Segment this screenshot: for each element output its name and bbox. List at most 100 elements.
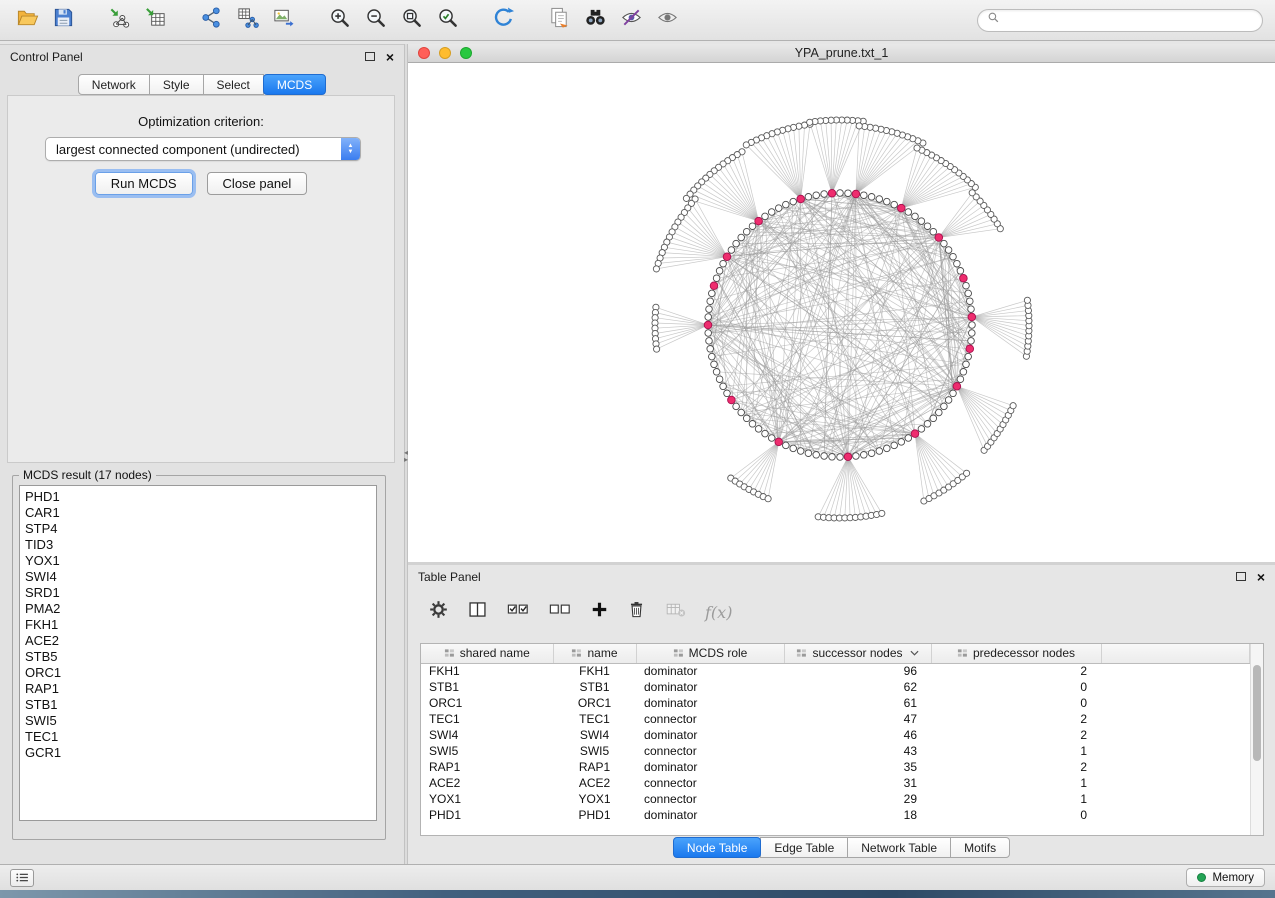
select-all-button[interactable] xyxy=(506,599,530,625)
mcds-result-item[interactable]: FKH1 xyxy=(25,617,376,633)
table-cell: TEC1 xyxy=(553,711,636,727)
run-mcds-button[interactable]: Run MCDS xyxy=(95,172,193,195)
deselect-all-button[interactable] xyxy=(548,599,572,625)
columns-icon xyxy=(467,599,488,625)
table-row[interactable]: PHD1PHD1dominator180 xyxy=(421,807,1250,823)
save-session-button[interactable] xyxy=(48,5,78,35)
table-row[interactable]: ORC1ORC1dominator610 xyxy=(421,695,1250,711)
table-cell: connector xyxy=(636,791,784,807)
zoom-out-button[interactable] xyxy=(360,5,390,35)
mcds-result-item[interactable]: CAR1 xyxy=(25,505,376,521)
control-panel-tabs: NetworkStyleSelectMCDS xyxy=(78,74,326,95)
zoom-selected-button[interactable] xyxy=(432,5,462,35)
scrollbar-thumb[interactable] xyxy=(1253,665,1261,761)
column-header-successor-nodes[interactable]: successor nodes xyxy=(784,644,931,663)
open-file-button[interactable] xyxy=(12,5,42,35)
show-all-button[interactable] xyxy=(652,5,682,35)
tab-network[interactable]: Network xyxy=(78,74,150,95)
table-panel-title: Table Panel xyxy=(418,570,481,584)
column-header-shared-name[interactable]: shared name xyxy=(421,644,553,663)
network-canvas[interactable] xyxy=(408,63,1275,562)
import-table-icon xyxy=(144,6,167,34)
tab-motifs[interactable]: Motifs xyxy=(950,837,1010,858)
zoom-in-button[interactable] xyxy=(324,5,354,35)
close-panel-button[interactable]: Close panel xyxy=(207,172,308,195)
tab-mcds[interactable]: MCDS xyxy=(263,74,326,95)
mcds-result-item[interactable]: TEC1 xyxy=(25,729,376,745)
table-cell: YOX1 xyxy=(553,791,636,807)
mcds-result-item[interactable]: SWI4 xyxy=(25,569,376,585)
add-column-button[interactable] xyxy=(590,599,609,625)
table-cell-filler xyxy=(1101,663,1250,679)
mcds-result-item[interactable]: SWI5 xyxy=(25,713,376,729)
zoom-fit-button[interactable] xyxy=(396,5,426,35)
table-row[interactable]: STB1STB1dominator620 xyxy=(421,679,1250,695)
table-cell: dominator xyxy=(636,679,784,695)
mcds-result-item[interactable]: GCR1 xyxy=(25,745,376,761)
table-settings-button[interactable] xyxy=(428,599,449,625)
tab-network-table[interactable]: Network Table xyxy=(847,837,951,858)
search-input[interactable] xyxy=(977,9,1263,32)
mcds-result-item[interactable]: SRD1 xyxy=(25,585,376,601)
table-cell: 1 xyxy=(931,791,1101,807)
export-image-button[interactable] xyxy=(268,5,298,35)
memory-button[interactable]: Memory xyxy=(1186,868,1265,887)
table-row[interactable]: ACE2ACE2connector311 xyxy=(421,775,1250,791)
mcds-result-item[interactable]: ORC1 xyxy=(25,665,376,681)
table-cell: YOX1 xyxy=(421,791,553,807)
new-network-button[interactable] xyxy=(196,5,226,35)
copy-network-button[interactable] xyxy=(544,5,574,35)
mcds-result-item[interactable]: STB1 xyxy=(25,697,376,713)
float-table-panel-icon[interactable] xyxy=(1236,572,1246,581)
zoom-selected-icon xyxy=(436,6,459,34)
node-table: shared namenameMCDS rolesuccessor nodesp… xyxy=(421,644,1250,823)
import-table-button[interactable] xyxy=(140,5,170,35)
mcds-result-item[interactable]: ACE2 xyxy=(25,633,376,649)
share-network-icon xyxy=(200,6,223,34)
column-header-MCDS-role[interactable]: MCDS role xyxy=(636,644,784,663)
mcds-result-item[interactable]: STP4 xyxy=(25,521,376,537)
mcds-result-item[interactable]: YOX1 xyxy=(25,553,376,569)
mcds-result-item[interactable]: TID3 xyxy=(25,537,376,553)
close-table-panel-icon[interactable]: × xyxy=(1257,571,1265,583)
table-row[interactable]: RAP1RAP1dominator352 xyxy=(421,759,1250,775)
close-panel-icon[interactable]: × xyxy=(386,51,394,63)
delete-column-button[interactable] xyxy=(627,599,646,625)
table-scrollbar[interactable] xyxy=(1250,644,1263,835)
refresh-icon xyxy=(492,6,515,34)
hide-table-button[interactable] xyxy=(664,599,687,625)
hide-selected-button[interactable] xyxy=(616,5,646,35)
network-from-table-button[interactable] xyxy=(232,5,262,35)
float-panel-icon[interactable] xyxy=(365,52,375,61)
mcds-result-item[interactable]: RAP1 xyxy=(25,681,376,697)
table-cell: TEC1 xyxy=(421,711,553,727)
import-network-button[interactable] xyxy=(104,5,134,35)
table-row[interactable]: YOX1YOX1connector291 xyxy=(421,791,1250,807)
mcds-result-item[interactable]: PHD1 xyxy=(25,489,376,505)
function-builder-button[interactable]: f(x) xyxy=(705,603,732,622)
network-graph[interactable] xyxy=(408,63,1275,562)
criterion-dropdown[interactable]: largest connected component (undirected)… xyxy=(45,137,361,161)
tab-style[interactable]: Style xyxy=(149,74,204,95)
tab-edge-table[interactable]: Edge Table xyxy=(760,837,848,858)
tab-node-table[interactable]: Node Table xyxy=(673,837,762,858)
column-header-name[interactable]: name xyxy=(553,644,636,663)
table-row[interactable]: SWI5SWI5connector431 xyxy=(421,743,1250,759)
mcds-result-list[interactable]: PHD1CAR1STP4TID3YOX1SWI4SRD1PMA2FKH1ACE2… xyxy=(19,485,377,821)
find-button[interactable] xyxy=(580,5,610,35)
task-history-button[interactable] xyxy=(10,869,34,887)
table-row[interactable]: FKH1FKH1dominator962 xyxy=(421,663,1250,679)
mcds-result-item[interactable]: STB5 xyxy=(25,649,376,665)
column-header-predecessor-nodes[interactable]: predecessor nodes xyxy=(931,644,1101,663)
table-cell: FKH1 xyxy=(553,663,636,679)
tab-select[interactable]: Select xyxy=(203,74,264,95)
table-row[interactable]: TEC1TEC1connector472 xyxy=(421,711,1250,727)
folder-open-icon xyxy=(16,6,39,34)
refresh-button[interactable] xyxy=(488,5,518,35)
table-cell: connector xyxy=(636,743,784,759)
show-columns-button[interactable] xyxy=(467,599,488,625)
network-titlebar[interactable]: YPA_prune.txt_1 xyxy=(408,44,1275,63)
list-icon xyxy=(16,869,29,887)
table-row[interactable]: SWI4SWI4dominator462 xyxy=(421,727,1250,743)
mcds-result-item[interactable]: PMA2 xyxy=(25,601,376,617)
